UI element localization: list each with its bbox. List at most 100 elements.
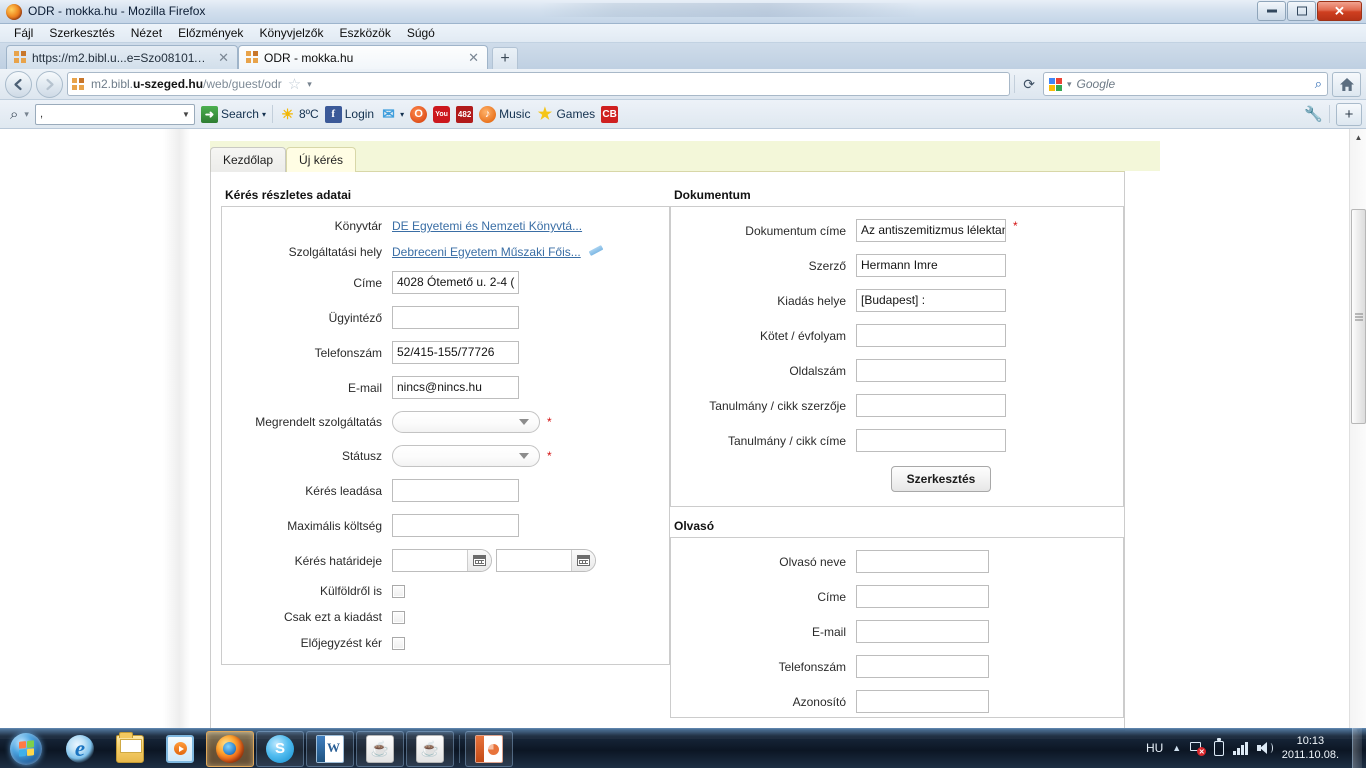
taskbar-file-explorer[interactable] bbox=[106, 731, 154, 767]
taskbar-java-1[interactable] bbox=[356, 730, 404, 767]
checkbox-elojegyzest-ker[interactable] bbox=[392, 636, 405, 650]
input-maximalis-koltseg[interactable] bbox=[392, 514, 519, 537]
checkbox-kulfoldrol-is[interactable] bbox=[392, 584, 405, 598]
search-input[interactable]: Google bbox=[1077, 77, 1310, 91]
toolbar-loupe-chevron-icon[interactable]: ▾ bbox=[24, 109, 29, 120]
input-cime[interactable]: 4028 Ótemető u. 2-4 ( bbox=[392, 271, 519, 294]
field-row-olvaso-neve: Olvasó neve bbox=[681, 550, 1113, 573]
back-button[interactable] bbox=[5, 70, 32, 98]
taskbar-windows-media-player[interactable] bbox=[156, 731, 204, 767]
browser-tab-1[interactable]: https://m2.bibl.u...e=Szo081011093547 ✕ bbox=[6, 45, 238, 69]
input-dokumentum-cime[interactable]: Az antiszemitizmus lélektana bbox=[856, 219, 1006, 242]
menu-item-view[interactable]: Nézet bbox=[123, 25, 170, 41]
network-status-icon[interactable]: ✕ bbox=[1190, 741, 1207, 756]
browser-tab-1-close-icon[interactable]: ✕ bbox=[218, 50, 229, 66]
checkbox-csak-ezt-a-kiadast[interactable] bbox=[392, 610, 405, 624]
weather-widget[interactable]: ☀ 8ºC bbox=[279, 106, 319, 123]
menu-item-tools[interactable]: Eszközök bbox=[331, 25, 398, 41]
menu-item-history[interactable]: Előzmények bbox=[170, 25, 251, 41]
browser-tab-2[interactable]: ODR - mokka.hu ✕ bbox=[238, 45, 488, 69]
search-bar[interactable]: ▾ Google ⌕ bbox=[1043, 72, 1328, 96]
signal-strength-icon[interactable] bbox=[1233, 741, 1248, 755]
language-indicator[interactable]: HU bbox=[1146, 741, 1163, 755]
taskbar-internet-explorer[interactable]: e bbox=[56, 731, 104, 767]
new-tab-button[interactable]: + bbox=[492, 47, 518, 69]
toolbar-search-input[interactable]: , ▼ bbox=[34, 103, 195, 125]
calendar-button-from[interactable] bbox=[467, 550, 491, 571]
menu-item-bookmarks[interactable]: Könyvjelzők bbox=[251, 25, 331, 41]
url-bar[interactable]: m2.bibl.u-szeged.hu/web/guest/odr ☆ ▾ bbox=[67, 72, 1011, 96]
chevron-down-icon[interactable]: ▾ bbox=[307, 79, 312, 90]
taskbar-microsoft-word[interactable] bbox=[306, 730, 354, 767]
scrollbar-thumb[interactable] bbox=[1351, 209, 1366, 424]
bookmark-star-icon[interactable]: ☆ bbox=[288, 75, 301, 93]
input-olvaso-telefonszam[interactable] bbox=[856, 655, 989, 678]
menu-item-edit[interactable]: Szerkesztés bbox=[41, 25, 122, 41]
minimize-button[interactable] bbox=[1257, 1, 1286, 21]
music-button[interactable]: ♪ Music bbox=[479, 105, 530, 123]
home-button[interactable] bbox=[1332, 71, 1361, 97]
toolbar-search-loupe-icon[interactable]: ⌕ bbox=[10, 106, 18, 123]
input-oldalszam[interactable] bbox=[856, 359, 1006, 382]
forward-button[interactable] bbox=[36, 70, 63, 98]
close-button[interactable]: ✕ bbox=[1317, 1, 1362, 21]
input-ugyintezo[interactable] bbox=[392, 306, 519, 329]
input-olvaso-email[interactable] bbox=[856, 620, 989, 643]
wrench-icon[interactable]: 🔧 bbox=[1304, 105, 1323, 123]
scroll-up-button[interactable]: ▲ bbox=[1350, 129, 1366, 146]
calendar-button-to[interactable] bbox=[571, 550, 595, 571]
input-tanulmany-cikk-cime[interactable] bbox=[856, 429, 1006, 452]
battery-status-icon[interactable] bbox=[1214, 738, 1225, 756]
search-menu-chevron-icon[interactable]: ▾ bbox=[262, 110, 266, 119]
clock[interactable]: 10:13 2011.10.08. bbox=[1282, 734, 1339, 762]
input-tanulmany-cikk-szerzoje[interactable] bbox=[856, 394, 1006, 417]
input-olvaso-cime[interactable] bbox=[856, 585, 989, 608]
input-email[interactable]: nincs@nincs.hu bbox=[392, 376, 519, 399]
volume-icon[interactable] bbox=[1256, 741, 1273, 755]
search-icon[interactable]: ⌕ bbox=[1315, 76, 1322, 92]
page-tab-kezdolap[interactable]: Kezdőlap bbox=[210, 147, 287, 172]
opera-widget[interactable]: O bbox=[410, 105, 428, 123]
games-button[interactable]: ★ Games bbox=[536, 106, 595, 123]
mail-chevron-icon[interactable]: ▾ bbox=[400, 110, 404, 119]
page-scrollbar[interactable]: ▲ ▼ bbox=[1349, 129, 1366, 739]
start-button[interactable] bbox=[2, 730, 50, 768]
menu-item-help[interactable]: Súgó bbox=[399, 25, 443, 41]
date-input-to[interactable] bbox=[496, 549, 596, 572]
link-szolgaltatasi-hely[interactable]: Debreceni Egyetem Műszaki Főis... bbox=[392, 245, 581, 259]
toolbar-search-chevron-icon[interactable]: ▼ bbox=[182, 110, 190, 119]
date-input-from[interactable] bbox=[392, 549, 492, 572]
input-kiadas-helye[interactable]: [Budapest] : bbox=[856, 289, 1006, 312]
szerkesztes-button[interactable]: Szerkesztés bbox=[891, 466, 991, 492]
show-desktop-button[interactable] bbox=[1352, 728, 1362, 768]
input-szerzo[interactable]: Hermann Imre bbox=[856, 254, 1006, 277]
page-tab-uj-keres[interactable]: Új kérés bbox=[286, 147, 357, 172]
taskbar-skype[interactable]: S bbox=[256, 730, 304, 767]
cb-button[interactable]: CB bbox=[601, 105, 619, 123]
show-hidden-icons-button[interactable]: ▲ bbox=[1172, 743, 1181, 753]
input-keres-leadasa[interactable] bbox=[392, 479, 519, 502]
mail-button[interactable]: ✉ ▾ bbox=[380, 106, 404, 123]
facebook-login-button[interactable]: f Login bbox=[324, 105, 374, 123]
add-toolbar-item-button[interactable]: + bbox=[1336, 102, 1362, 126]
input-azonosito[interactable] bbox=[856, 690, 989, 713]
youtube-button[interactable]: You bbox=[433, 105, 451, 123]
taskbar-microsoft-powerpoint[interactable] bbox=[465, 730, 513, 767]
reload-button[interactable]: ⟳ bbox=[1019, 76, 1039, 93]
select-statusz[interactable] bbox=[392, 445, 540, 467]
link-konyvtar[interactable]: DE Egyetemi és Nemzeti Könyvtá... bbox=[392, 219, 582, 233]
input-olvaso-neve[interactable] bbox=[856, 550, 989, 573]
input-kotet-evfolyam[interactable] bbox=[856, 324, 1006, 347]
toolbar-search-button[interactable]: ➜ Search ▾ bbox=[200, 105, 266, 123]
search-engine-chevron-icon[interactable]: ▾ bbox=[1067, 79, 1072, 90]
input-telefonszam[interactable]: 52/415-155/77726 bbox=[392, 341, 519, 364]
select-megrendelt-szolgaltatas[interactable] bbox=[392, 411, 540, 433]
notification-counter[interactable]: 482 bbox=[456, 105, 474, 123]
restore-button[interactable] bbox=[1287, 1, 1316, 21]
menu-item-file[interactable]: Fájl bbox=[6, 25, 41, 41]
taskbar-java-2[interactable] bbox=[406, 730, 454, 767]
browser-tab-2-close-icon[interactable]: ✕ bbox=[468, 50, 479, 66]
pencil-edit-icon[interactable] bbox=[588, 245, 604, 259]
taskbar-mozilla-firefox[interactable] bbox=[206, 730, 254, 767]
field-row-tanulmany-cikk-szerzoje: Tanulmány / cikk szerzője bbox=[681, 394, 1113, 417]
